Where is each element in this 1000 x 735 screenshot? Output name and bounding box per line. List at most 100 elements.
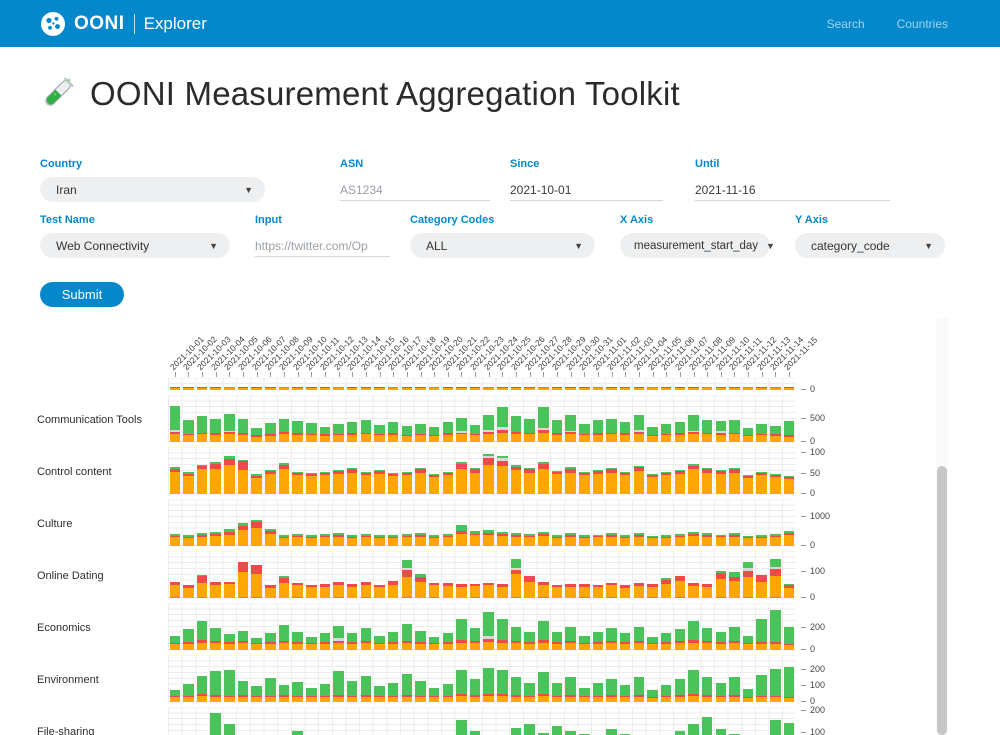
nav-link-search[interactable]: Search bbox=[827, 17, 865, 31]
bar-segment[interactable] bbox=[251, 474, 262, 475]
bar-segment[interactable] bbox=[770, 474, 781, 475]
bar-segment[interactable] bbox=[538, 643, 549, 650]
bar-segment[interactable] bbox=[702, 387, 713, 388]
bar-segment[interactable] bbox=[402, 472, 413, 473]
bar-segment[interactable] bbox=[388, 433, 399, 435]
bar-segment[interactable] bbox=[620, 642, 631, 644]
bar-segment[interactable] bbox=[552, 538, 563, 546]
bar-segment[interactable] bbox=[511, 537, 522, 546]
bar-segment[interactable] bbox=[634, 466, 645, 468]
bar-segment[interactable] bbox=[552, 632, 563, 642]
bar-segment[interactable] bbox=[306, 637, 317, 643]
bar-segment[interactable] bbox=[429, 474, 440, 475]
bar-segment[interactable] bbox=[374, 435, 385, 442]
bar-segment[interactable] bbox=[183, 585, 194, 588]
bar-segment[interactable] bbox=[524, 387, 535, 388]
bar-segment[interactable] bbox=[292, 435, 303, 442]
bar-segment[interactable] bbox=[429, 477, 440, 494]
bar-segment[interactable] bbox=[729, 643, 740, 650]
bar-segment[interactable] bbox=[784, 588, 795, 598]
bar-segment[interactable] bbox=[661, 685, 672, 696]
bar-segment[interactable] bbox=[716, 474, 727, 494]
bar-segment[interactable] bbox=[593, 683, 604, 696]
bar-segment[interactable] bbox=[497, 456, 508, 458]
bar-segment[interactable] bbox=[497, 694, 508, 696]
bar-segment[interactable] bbox=[511, 470, 522, 494]
bar-segment[interactable] bbox=[347, 538, 358, 546]
bar-segment[interactable] bbox=[511, 416, 522, 432]
bar-segment[interactable] bbox=[743, 536, 754, 537]
bar-segment[interactable] bbox=[306, 434, 317, 435]
bar-segment[interactable] bbox=[402, 641, 413, 643]
bar-segment[interactable] bbox=[647, 427, 658, 435]
bar-segment[interactable] bbox=[620, 537, 631, 538]
bar-segment[interactable] bbox=[388, 538, 399, 546]
bar-segment[interactable] bbox=[743, 478, 754, 494]
bar-segment[interactable] bbox=[170, 536, 181, 537]
bar-segment[interactable] bbox=[497, 584, 508, 586]
bar-segment[interactable] bbox=[483, 583, 494, 586]
bar-segment[interactable] bbox=[661, 584, 672, 598]
bar-segment[interactable] bbox=[415, 582, 426, 598]
bar-segment[interactable] bbox=[402, 534, 413, 536]
bar-segment[interactable] bbox=[579, 643, 590, 644]
bar-segment[interactable] bbox=[620, 535, 631, 536]
bar-segment[interactable] bbox=[265, 534, 276, 546]
bar-segment[interactable] bbox=[210, 419, 221, 433]
bar-segment[interactable] bbox=[456, 694, 467, 696]
bar-segment[interactable] bbox=[238, 562, 249, 572]
bar-segment[interactable] bbox=[538, 536, 549, 546]
bar-segment[interactable] bbox=[511, 432, 522, 434]
bar-segment[interactable] bbox=[456, 418, 467, 431]
bar-segment[interactable] bbox=[634, 586, 645, 598]
bar-segment[interactable] bbox=[552, 642, 563, 644]
bar-segment[interactable] bbox=[647, 637, 658, 643]
bar-segment[interactable] bbox=[661, 387, 672, 388]
bar-segment[interactable] bbox=[265, 585, 276, 587]
bar-segment[interactable] bbox=[511, 533, 522, 535]
bar-segment[interactable] bbox=[729, 627, 740, 642]
bar-segment[interactable] bbox=[770, 569, 781, 575]
bar-segment[interactable] bbox=[402, 577, 413, 597]
bar-segment[interactable] bbox=[743, 643, 754, 644]
bar-segment[interactable] bbox=[197, 466, 208, 469]
bar-segment[interactable] bbox=[361, 536, 372, 537]
bar-segment[interactable] bbox=[770, 576, 781, 597]
bar-segment[interactable] bbox=[579, 584, 590, 586]
category-codes-select[interactable]: ALL ▼ bbox=[410, 233, 595, 258]
bar-segment[interactable] bbox=[197, 583, 208, 597]
bar-segment[interactable] bbox=[661, 472, 672, 473]
bar-segment[interactable] bbox=[374, 587, 385, 598]
bar-segment[interactable] bbox=[675, 576, 686, 581]
bar-segment[interactable] bbox=[483, 430, 494, 432]
bar-segment[interactable] bbox=[183, 642, 194, 644]
bar-segment[interactable] bbox=[538, 582, 549, 585]
bar-segment[interactable] bbox=[593, 587, 604, 598]
bar-segment[interactable] bbox=[279, 537, 290, 538]
bar-segment[interactable] bbox=[292, 632, 303, 642]
bar-segment[interactable] bbox=[415, 435, 426, 442]
bar-segment[interactable] bbox=[511, 559, 522, 568]
bar-segment[interactable] bbox=[197, 387, 208, 388]
bar-segment[interactable] bbox=[306, 585, 317, 587]
bar-segment[interactable] bbox=[306, 696, 317, 697]
bar-segment[interactable] bbox=[743, 571, 754, 578]
bar-segment[interactable] bbox=[333, 474, 344, 494]
bar-segment[interactable] bbox=[511, 535, 522, 536]
bar-segment[interactable] bbox=[183, 629, 194, 642]
bar-segment[interactable] bbox=[265, 471, 276, 473]
bar-segment[interactable] bbox=[579, 475, 590, 494]
bar-segment[interactable] bbox=[524, 696, 535, 697]
bar-segment[interactable] bbox=[552, 474, 563, 494]
bar-segment[interactable] bbox=[716, 573, 727, 578]
bar-segment[interactable] bbox=[702, 677, 713, 695]
bar-segment[interactable] bbox=[292, 472, 303, 473]
bar-segment[interactable] bbox=[661, 435, 672, 442]
bar-segment[interactable] bbox=[497, 427, 508, 430]
bar-segment[interactable] bbox=[756, 424, 767, 434]
bar-segment[interactable] bbox=[238, 461, 249, 470]
bar-segment[interactable] bbox=[443, 684, 454, 695]
bar-segment[interactable] bbox=[456, 469, 467, 494]
bar-segment[interactable] bbox=[770, 537, 781, 546]
bar-segment[interactable] bbox=[565, 643, 576, 650]
